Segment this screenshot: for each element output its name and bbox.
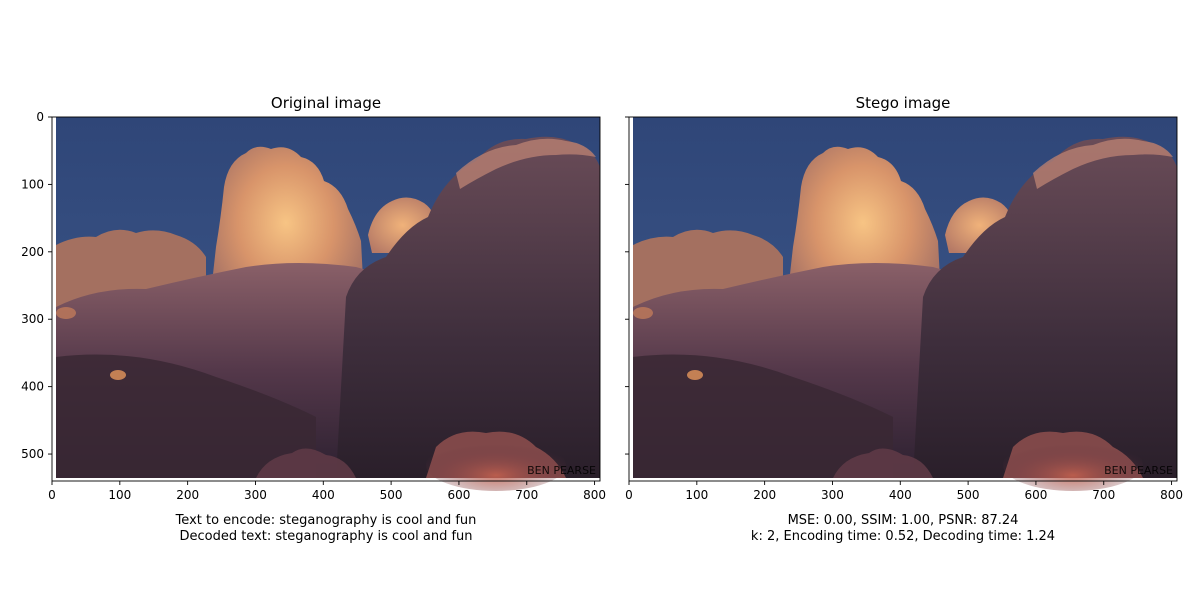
y-tick-label: 100 [21,177,44,191]
x-tick-label: 200 [176,488,199,502]
x-tick-label: 600 [1024,488,1047,502]
x-tick-label: 500 [380,488,403,502]
x-tick-label: 400 [889,488,912,502]
cloud-photo [56,117,600,491]
x-tick-label: 100 [685,488,708,502]
stego-image-panel: BEN PEARSE Stego image 0 100 200 300 400 500 600… [625,94,1183,544]
caption-line: Text to encode: steganography is cool an… [175,513,477,528]
x-tick-label: 800 [583,488,606,502]
x-tick-label: 500 [957,488,980,502]
y-tick-label: 400 [21,380,44,394]
x-tick-label: 700 [515,488,538,502]
y-tick-label: 500 [21,447,44,461]
x-tick-label: 0 [48,488,56,502]
x-tick-label: 800 [1160,488,1183,502]
cloud-photo [633,117,1177,491]
x-tick-label: 200 [753,488,776,502]
watermark-text: BEN PEARSE [527,464,596,477]
x-tick-label: 300 [821,488,844,502]
x-tick-label: 300 [244,488,267,502]
y-tick-label: 200 [21,245,44,259]
caption-line: Decoded text: steganography is cool and … [179,529,472,544]
chart-title: Original image [271,94,381,112]
x-tick-label: 400 [312,488,335,502]
original-image-panel: BEN PEARSE Original image 0 100 200 300 400 500… [21,94,606,544]
x-tick-label: 600 [447,488,470,502]
y-tick-label: 300 [21,312,44,326]
caption-line: k: 2, Encoding time: 0.52, Decoding time… [751,529,1055,544]
chart-title: Stego image [856,94,951,112]
x-tick-label: 100 [108,488,131,502]
watermark-text: BEN PEARSE [1104,464,1173,477]
x-tick-label: 700 [1092,488,1115,502]
x-tick-label: 0 [625,488,633,502]
y-tick-label: 0 [36,110,44,124]
caption-line: MSE: 0.00, SSIM: 1.00, PSNR: 87.24 [788,513,1019,528]
figure: BEN PEARSE Original image 0 100 200 300 400 500… [21,94,1183,544]
